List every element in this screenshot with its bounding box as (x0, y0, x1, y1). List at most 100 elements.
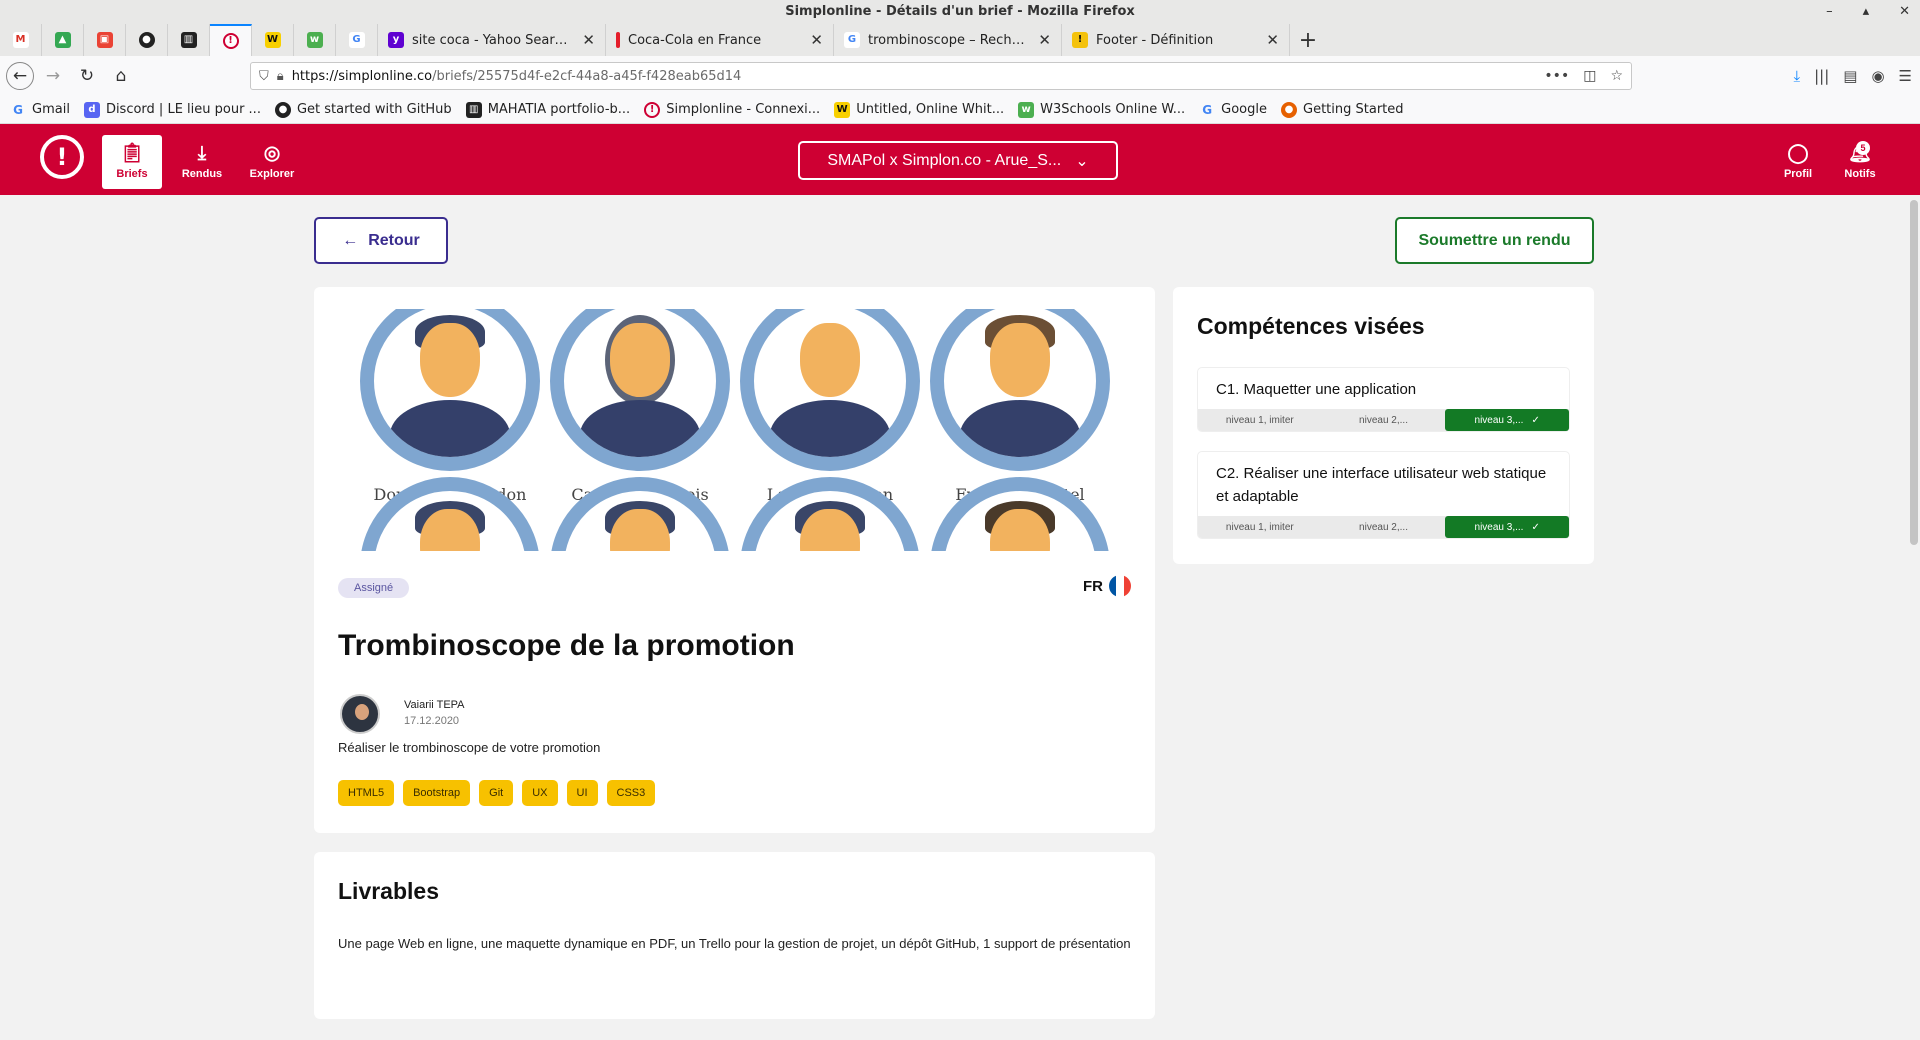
user-icon: ◯ (1787, 143, 1809, 164)
nav-explorer[interactable]: ◎ Explorer (242, 135, 302, 189)
bookmark-w3schools[interactable]: w W3Schools Online W... (1018, 101, 1186, 118)
close-window-icon[interactable]: ✕ (1899, 0, 1910, 24)
page-actions-icon[interactable]: ••• (1544, 68, 1569, 84)
bookmark-getting-started[interactable]: ● Getting Started (1281, 101, 1404, 118)
notif-count-badge: 5 (1856, 141, 1870, 155)
brief-card: Dominique Cardon Camille François Lauren… (314, 287, 1155, 833)
brief-date: 17.12.2020 (404, 715, 460, 727)
coca-icon (616, 32, 620, 48)
menu-icon[interactable]: ☰ (1899, 67, 1912, 85)
account-icon[interactable]: ◉ (1871, 67, 1884, 85)
w3schools-icon: w (1018, 101, 1035, 118)
bookmark-google[interactable]: G Google (1199, 102, 1267, 118)
shield-icon[interactable]: ⛉ (259, 69, 269, 84)
url-bar[interactable]: ⛉ 🔒︎ https://simplonline.co/briefs/25575… (250, 62, 1632, 90)
nav-notifs[interactable]: 🔔︎ Notifs 5 (1830, 135, 1890, 189)
nav-profil[interactable]: ◯ Profil (1768, 135, 1828, 189)
simplonline-logo[interactable]: ! (40, 135, 84, 179)
back-arrow-icon[interactable]: ← (6, 62, 34, 90)
tab-title: trombinoscope – Recherche (868, 32, 1031, 48)
bookmark-label: MAHATIA portfolio-b... (487, 102, 631, 117)
bookmark-mahatia[interactable]: ▥ MAHATIA portfolio-b... (465, 101, 631, 118)
nav-briefs[interactable]: 📋︎ Briefs (102, 135, 162, 189)
bookmark-label: Google (1221, 102, 1267, 117)
level-1: niveau 1, imiter (1225, 414, 1294, 426)
close-tab-icon[interactable]: ✕ (1266, 31, 1279, 49)
tech-tag: UX (522, 780, 558, 806)
pinned-tab-w3schools[interactable]: w (294, 24, 336, 56)
download-icon[interactable]: ⤓ (1793, 67, 1800, 85)
bookmark-star-icon[interactable]: ☆ (1610, 68, 1623, 84)
library-icon[interactable]: ||| (1814, 67, 1829, 85)
level-3-label: niveau 3,... (1474, 521, 1524, 533)
tech-tag: UI (566, 780, 598, 806)
forward-arrow-icon[interactable]: → (38, 61, 68, 91)
pocket-icon[interactable]: ◫ (1583, 68, 1596, 84)
close-tab-icon[interactable]: ✕ (1038, 31, 1051, 49)
reload-icon[interactable]: ↻ (72, 61, 102, 91)
discord-icon: d (83, 101, 100, 118)
pinned-tab-google[interactable]: G (336, 24, 378, 56)
bookmark-discord[interactable]: d Discord | LE lieu pour ... (83, 101, 261, 118)
competence-label: C2. Réaliser une interface utilisateur w… (1216, 465, 1547, 505)
competence-label: C1. Maquetter une application (1216, 381, 1417, 398)
bookmark-label: Get started with GitHub (296, 102, 452, 117)
promo-select[interactable]: SMAPol x Simplon.co - Arue_S... ⌄ (798, 141, 1118, 180)
portrait (360, 477, 540, 551)
tab-yahoo[interactable]: y site coca - Yahoo Search - A ✕ (378, 24, 606, 56)
minimize-icon[interactable]: – (1826, 0, 1833, 24)
portrait: Dominique Cardon (360, 309, 540, 504)
close-tab-icon[interactable]: ✕ (582, 31, 595, 49)
gmail-icon: M (12, 32, 29, 48)
sidebar-icon[interactable]: ▤ (1843, 67, 1857, 85)
tech-tag: HTML5 (338, 780, 395, 806)
home-icon[interactable]: ⌂ (106, 61, 136, 91)
nav-rendus[interactable]: ⤓ Rendus (172, 135, 232, 189)
bookmark-whimsical[interactable]: W Untitled, Online Whit... (834, 101, 1004, 118)
tab-title: Coca-Cola en France (628, 32, 762, 48)
tech-tag: Bootstrap (403, 780, 471, 806)
compass-icon: ◎ (263, 143, 281, 164)
url-host: https://simplonline.co (291, 68, 433, 84)
pinned-tab-whimsical[interactable]: W (252, 24, 294, 56)
pinned-tab-gmail[interactable]: M (0, 24, 42, 56)
competence-item[interactable]: C2. Réaliser une interface utilisateur w… (1197, 451, 1570, 539)
level-3-selected: niveau 3,... ✓ (1445, 409, 1570, 431)
competence-item[interactable]: C1. Maquetter une application niveau 1, … (1197, 367, 1570, 432)
lock-icon[interactable]: 🔒︎ (277, 69, 284, 84)
bookmark-gmail[interactable]: G Gmail (10, 102, 70, 118)
pinned-tab-drive[interactable]: ▲ (42, 24, 84, 56)
bookmark-github[interactable]: ● Get started with GitHub (274, 101, 452, 118)
nav-label: Notifs (1844, 168, 1876, 180)
submit-rendu-button[interactable]: Soumettre un rendu (1395, 217, 1594, 264)
bookmark-simplonline[interactable]: ! Simplonline - Connexi... (644, 101, 821, 118)
pinned-tab-simplonline[interactable]: ! (210, 24, 252, 56)
tech-tag: Git (479, 780, 514, 806)
brief-title: Trombinoscope de la promotion (338, 629, 795, 662)
tab-trombinoscope[interactable]: Gtrombinoscope – Recherche ✕ (834, 24, 1062, 56)
google-icon: G (13, 102, 23, 117)
brief-cover-image: Dominique Cardon Camille François Lauren… (338, 309, 1127, 551)
portrait: Camille François (550, 309, 730, 504)
pinned-tab-github[interactable]: ● (126, 24, 168, 56)
back-button[interactable]: ← Retour (314, 217, 448, 264)
portrait (550, 477, 730, 551)
bookmark-label: Simplonline - Connexi... (666, 102, 821, 117)
new-tab-button[interactable]: + (1290, 24, 1326, 56)
google-icon: G (348, 32, 365, 48)
pinned-tab-trello[interactable]: ▥ (168, 24, 210, 56)
france-flag-icon (1109, 575, 1131, 597)
bookmark-label: Gmail (32, 102, 70, 117)
github-icon: ● (274, 101, 291, 118)
bookmark-label: W3Schools Online W... (1040, 102, 1186, 117)
pinned-tab-calendar[interactable]: ▣ (84, 24, 126, 56)
bookmark-label: Getting Started (1303, 102, 1404, 117)
tab-footer[interactable]: ! Footer - Définition ✕ (1062, 24, 1290, 56)
maximize-icon[interactable]: ▴ (1863, 0, 1870, 24)
arrow-left-icon: ← (342, 231, 359, 249)
window-controls: – ▴ ✕ (1826, 0, 1910, 24)
tab-coca[interactable]: Coca-Cola en France ✕ (606, 24, 834, 56)
close-tab-icon[interactable]: ✕ (810, 31, 823, 49)
drive-icon: ▲ (54, 32, 71, 48)
page-scrollbar[interactable] (1910, 200, 1918, 545)
